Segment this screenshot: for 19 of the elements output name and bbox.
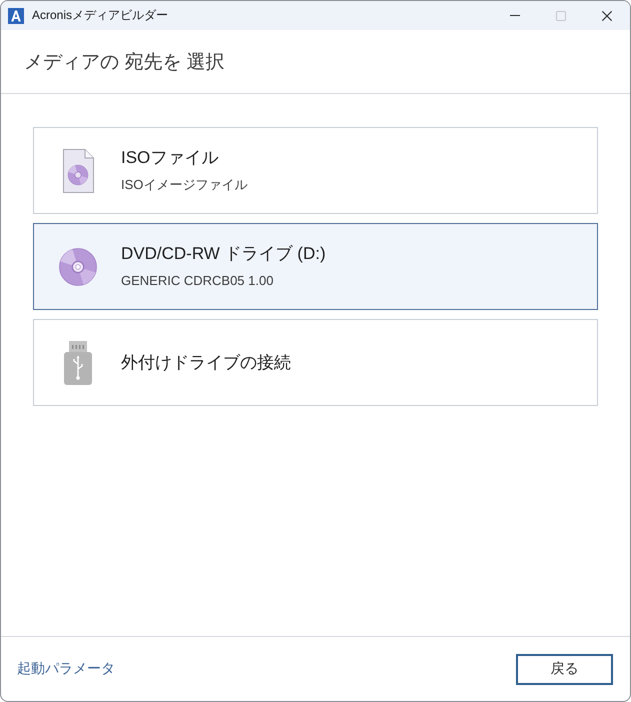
option-card[interactable]: DVD/CD-RW ドライブ (D:) GENERIC CDRCB05 1.00 bbox=[33, 223, 598, 310]
window-title: Acronisメディアビルダー bbox=[32, 7, 168, 24]
option-card[interactable]: ISOファイル ISOイメージファイル bbox=[33, 127, 598, 214]
option-title: ISOファイル bbox=[121, 147, 220, 169]
disc-file-icon bbox=[62, 148, 94, 192]
back-button[interactable]: 戻る bbox=[516, 654, 613, 684]
minimize-icon bbox=[510, 15, 520, 16]
option-card[interactable]: 外付けドライブの接続 bbox=[33, 319, 598, 406]
option-title: DVD/CD-RW ドライブ (D:) bbox=[121, 243, 326, 265]
boot-parameters-link[interactable]: 起動パラメータ bbox=[17, 660, 115, 678]
option-subtitle: ISOイメージファイル bbox=[121, 176, 248, 194]
maximize-icon bbox=[556, 10, 566, 20]
option-subtitle: GENERIC CDRCB05 1.00 bbox=[121, 272, 274, 290]
close-icon bbox=[602, 10, 612, 20]
disc-icon bbox=[59, 248, 97, 286]
page-title: メディアの 宛先を 選択 bbox=[24, 50, 225, 74]
app-logo-icon bbox=[8, 8, 24, 24]
usb-stick-icon bbox=[64, 340, 92, 384]
option-title: 外付けドライブの接続 bbox=[121, 352, 291, 374]
